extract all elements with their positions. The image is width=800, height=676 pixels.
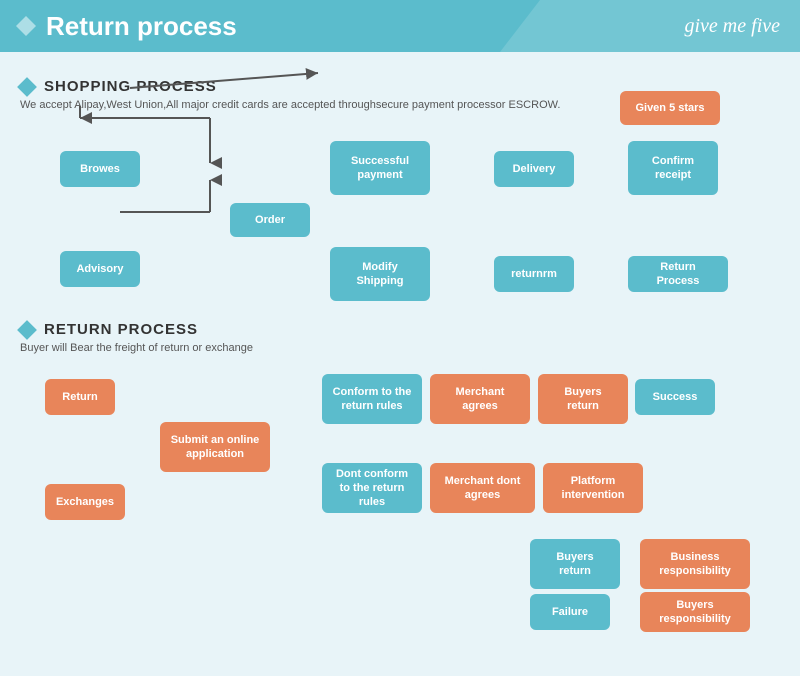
page-header: Return process give me five [0,0,800,52]
return-subtitle: Buyer will Bear the freight of return or… [20,342,780,354]
box-dont-conform: Dont conform to the return rules [322,463,422,513]
page-title: Return process [46,11,237,42]
box-given-5-stars: Given 5 stars [620,91,720,125]
box-failure: Failure [530,594,610,630]
box-returnrm: returnrm [494,256,574,292]
return-section-header: RETURN PROCESS [20,321,780,338]
box-modify-shipping: Modify Shipping [330,247,430,301]
box-exchanges: Exchanges [45,484,125,520]
box-confirm-receipt: Confirm receipt [628,141,718,195]
box-return: Return [45,379,115,415]
box-buyers-return2: Buyers return [530,539,620,589]
box-order: Order [230,203,310,237]
box-delivery: Delivery [494,151,574,187]
box-submit-online: Submit an online application [160,422,270,472]
box-platform: Platform intervention [543,463,643,513]
header-diamond-icon [16,16,36,36]
return-section-title: RETURN PROCESS [44,321,198,338]
section-diamond-icon [17,77,37,97]
box-successful-payment: Successful payment [330,141,430,195]
main-content: SHOPPING PROCESS We accept Alipay,West U… [0,52,800,650]
box-return-process: Return Process [628,256,728,292]
header-logo: give me five [685,15,781,38]
return-diagram: Return Exchanges Submit an online applic… [30,364,780,634]
shopping-section-title: SHOPPING PROCESS [44,78,217,95]
box-merchant-agrees: Merchant agrees [430,374,530,424]
box-business-resp: Business responsibility [640,539,750,589]
box-browes: Browes [60,151,140,187]
box-merchant-dont: Merchant dont agrees [430,463,535,513]
box-advisory: Advisory [60,251,140,287]
return-section-diamond-icon [17,320,37,340]
box-conform-rules: Conform to the return rules [322,374,422,424]
box-success: Success [635,379,715,415]
box-buyers-resp: Buyers responsibility [640,592,750,632]
shopping-diagram: Browes Successful payment Delivery Confi… [30,121,780,321]
box-buyers-return1: Buyers return [538,374,628,424]
